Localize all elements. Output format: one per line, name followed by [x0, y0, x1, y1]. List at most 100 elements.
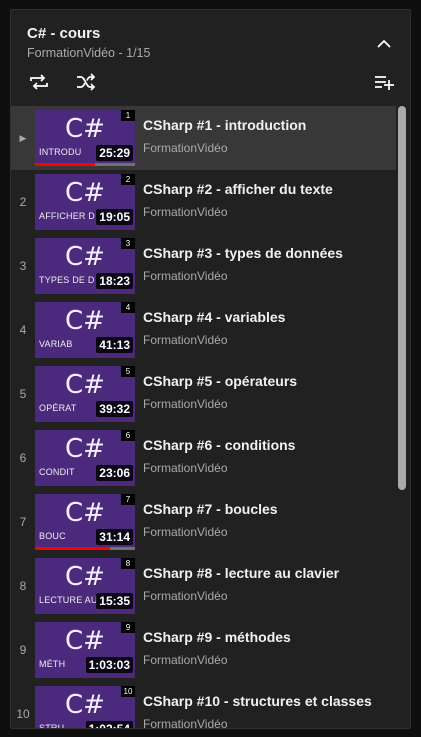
item-index: 3 — [19, 259, 27, 273]
thumbnail-caption: OPÉRAT — [39, 403, 77, 413]
thumbnail-caption: CONDIT — [39, 467, 75, 477]
item-index: 2 — [19, 195, 27, 209]
thumbnail-number: 6 — [121, 430, 135, 441]
item-index: 10 — [16, 707, 30, 721]
video-channel[interactable]: FormationVidéo — [143, 205, 228, 219]
video-duration: 25:29 — [96, 145, 133, 161]
thumbnail-caption: LECTURE AU — [39, 595, 98, 605]
add-to-queue-icon[interactable] — [372, 70, 396, 94]
watch-progress-fill — [35, 163, 95, 166]
video-title[interactable]: CSharp #9 - méthodes — [143, 628, 393, 647]
thumbnail-caption: STRU — [39, 723, 65, 729]
video-title[interactable]: CSharp #4 - variables — [143, 308, 393, 327]
thumbnail-caption: INTRODU — [39, 147, 82, 157]
video-channel[interactable]: FormationVidéo — [143, 525, 228, 539]
video-channel[interactable]: FormationVidéo — [143, 717, 228, 728]
thumbnail-number: 3 — [121, 238, 135, 249]
playlist-item[interactable]: 7 C# BOUC 7 31:14 CSharp #7 - boucles Fo… — [11, 490, 396, 554]
video-title[interactable]: CSharp #8 - lecture au clavier — [143, 564, 393, 583]
play-icon: ▶ — [19, 132, 27, 143]
thumbnail-logo: C# — [65, 370, 105, 400]
video-duration: 15:35 — [96, 593, 133, 609]
item-index: 7 — [19, 515, 27, 529]
video-thumbnail[interactable]: C# BOUC 7 31:14 — [35, 494, 135, 550]
video-channel[interactable]: FormationVidéo — [143, 653, 228, 667]
playlist-item[interactable]: 4 C# VARIAB 4 41:13 CSharp #4 - variable… — [11, 298, 396, 362]
video-thumbnail[interactable]: C# AFFICHER D 2 19:05 — [35, 174, 135, 230]
video-channel[interactable]: FormationVidéo — [143, 333, 228, 347]
video-title[interactable]: CSharp #2 - afficher du texte — [143, 180, 393, 199]
loop-icon[interactable] — [27, 70, 51, 94]
thumbnail-logo: C# — [65, 626, 105, 656]
video-thumbnail[interactable]: C# LECTURE AU 8 15:35 — [35, 558, 135, 614]
chevron-up-icon[interactable] — [374, 34, 394, 54]
playlist-item[interactable]: 9 C# MÉTH 9 1:03:03 CSharp #9 - méthodes… — [11, 618, 396, 682]
video-thumbnail[interactable]: C# OPÉRAT 5 39:32 — [35, 366, 135, 422]
playlist-item[interactable]: ▶ C# INTRODU 1 25:29 CSharp #1 - introdu… — [11, 106, 396, 170]
thumbnail-number: 8 — [121, 558, 135, 569]
item-index: 4 — [19, 323, 27, 337]
playlist-panel: C# - cours FormationVidéo - 1/15 ▶ C# IN… — [10, 9, 411, 729]
video-duration: 39:32 — [96, 401, 133, 417]
thumbnail-logo: C# — [65, 114, 105, 144]
video-channel[interactable]: FormationVidéo — [143, 141, 228, 155]
thumbnail-logo: C# — [65, 498, 105, 528]
video-thumbnail[interactable]: C# TYPES DE D 3 18:23 — [35, 238, 135, 294]
playlist-item[interactable]: 10 C# STRU 10 1:02:54 CSharp #10 - struc… — [11, 682, 396, 729]
playlist-header: C# - cours FormationVidéo - 1/15 — [11, 10, 410, 105]
video-title[interactable]: CSharp #7 - boucles — [143, 500, 393, 519]
video-duration: 1:02:54 — [85, 721, 133, 728]
video-channel[interactable]: FormationVidéo — [143, 397, 228, 411]
thumbnail-logo: C# — [65, 178, 105, 208]
thumbnail-caption: MÉTH — [39, 659, 66, 669]
thumbnail-logo: C# — [65, 434, 105, 464]
video-thumbnail[interactable]: C# CONDIT 6 23:06 — [35, 430, 135, 486]
thumbnail-caption: BOUC — [39, 531, 66, 541]
video-channel[interactable]: FormationVidéo — [143, 269, 228, 283]
video-duration: 19:05 — [96, 209, 133, 225]
playlist-item[interactable]: 8 C# LECTURE AU 8 15:35 CSharp #8 - lect… — [11, 554, 396, 618]
playlist-item[interactable]: 3 C# TYPES DE D 3 18:23 CSharp #3 - type… — [11, 234, 396, 298]
video-title[interactable]: CSharp #6 - conditions — [143, 436, 393, 455]
thumbnail-number: 2 — [121, 174, 135, 185]
shuffle-icon[interactable] — [74, 70, 98, 94]
scrollbar-thumb[interactable] — [398, 106, 406, 490]
item-index: 8 — [19, 579, 27, 593]
playlist-items: ▶ C# INTRODU 1 25:29 CSharp #1 - introdu… — [11, 106, 396, 729]
thumbnail-number: 7 — [121, 494, 135, 505]
video-thumbnail[interactable]: C# STRU 10 1:02:54 — [35, 686, 135, 729]
thumbnail-logo: C# — [65, 306, 105, 336]
thumbnail-caption: TYPES DE D — [39, 275, 95, 285]
video-duration: 23:06 — [96, 465, 133, 481]
thumbnail-caption: VARIAB — [39, 339, 73, 349]
thumbnail-number: 5 — [121, 366, 135, 377]
thumbnail-caption: AFFICHER D — [39, 211, 95, 221]
video-thumbnail[interactable]: C# INTRODU 1 25:29 — [35, 110, 135, 166]
video-duration: 31:14 — [96, 529, 133, 545]
playlist-scrollbar[interactable] — [398, 106, 406, 728]
playlist-title[interactable]: C# - cours — [27, 25, 100, 42]
thumbnail-logo: C# — [65, 562, 105, 592]
playlist-item[interactable]: 5 C# OPÉRAT 5 39:32 CSharp #5 - opérateu… — [11, 362, 396, 426]
video-channel[interactable]: FormationVidéo — [143, 461, 228, 475]
video-title[interactable]: CSharp #1 - introduction — [143, 116, 393, 135]
video-title[interactable]: CSharp #5 - opérateurs — [143, 372, 393, 391]
item-index: 5 — [19, 387, 27, 401]
video-thumbnail[interactable]: C# MÉTH 9 1:03:03 — [35, 622, 135, 678]
thumbnail-number: 10 — [121, 686, 135, 697]
playlist-item[interactable]: 2 C# AFFICHER D 2 19:05 CSharp #2 - affi… — [11, 170, 396, 234]
item-index: 6 — [19, 451, 27, 465]
video-title[interactable]: CSharp #3 - types de données — [143, 244, 393, 263]
video-duration: 18:23 — [96, 273, 133, 289]
thumbnail-number: 9 — [121, 622, 135, 633]
video-title[interactable]: CSharp #10 - structures et classes — [143, 692, 393, 711]
video-channel[interactable]: FormationVidéo — [143, 589, 228, 603]
thumbnail-logo: C# — [65, 242, 105, 272]
watch-progress-bar — [35, 163, 135, 166]
watch-progress-bar — [35, 547, 135, 550]
watch-progress-fill — [35, 547, 110, 550]
video-thumbnail[interactable]: C# VARIAB 4 41:13 — [35, 302, 135, 358]
playlist-item[interactable]: 6 C# CONDIT 6 23:06 CSharp #6 - conditio… — [11, 426, 396, 490]
video-duration: 41:13 — [96, 337, 133, 353]
thumbnail-logo: C# — [65, 690, 105, 720]
